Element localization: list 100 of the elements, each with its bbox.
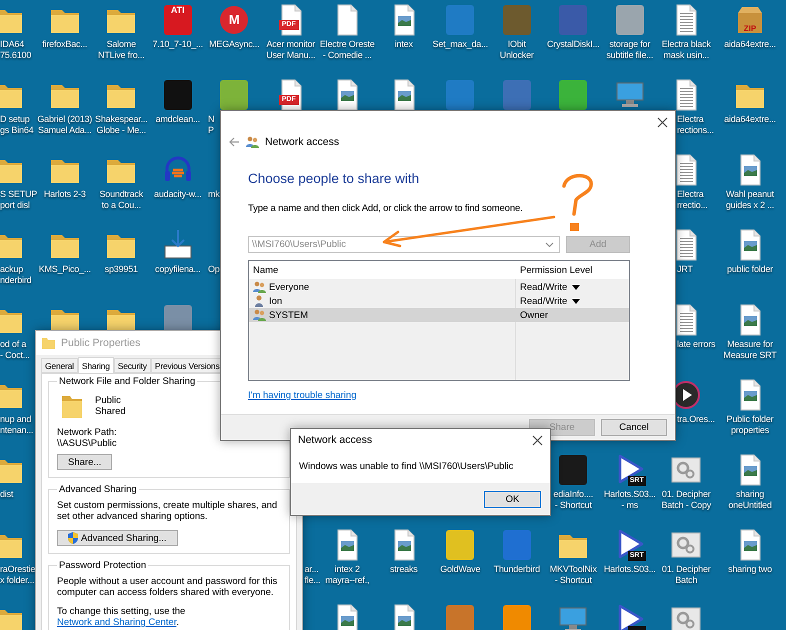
error-message: Windows was unable to find \\MSI760\Users\Public bbox=[299, 461, 514, 472]
desktop-icon-label: 01. Decipher Batch - Copy bbox=[661, 489, 712, 511]
desktop-icon-label: ediaInfo.... - Shortcut bbox=[553, 489, 594, 511]
desktop-icon-label: ackup nderbird bbox=[0, 264, 32, 286]
desktop-icon-label: raOrestie x folder... bbox=[0, 564, 36, 586]
desktop-icon-label: copyfilena... bbox=[155, 264, 200, 275]
desktop-icon-label: Shakespear... Globe - Me... bbox=[95, 114, 148, 136]
desktop-icon-label: Set_max_da... bbox=[432, 39, 488, 50]
desktop-icon-label: aida64extre... bbox=[724, 39, 776, 50]
desktop-icon-label: sharing oneUntitled bbox=[728, 489, 772, 511]
table-row[interactable]: Ion Read/Write bbox=[249, 294, 629, 308]
desktop-icon-label: audacity-w... bbox=[154, 189, 202, 200]
advanced-sharing-button[interactable]: Advanced Sharing... bbox=[57, 530, 178, 546]
app-icon[interactable] bbox=[500, 78, 533, 112]
tab[interactable]: Security bbox=[114, 358, 151, 373]
desktop-icon-label: KMS_Pico_... bbox=[38, 264, 91, 275]
app-icon[interactable] bbox=[162, 78, 194, 112]
desktop-icon-label: amdclean... bbox=[156, 114, 200, 125]
desktop-icon-label: IDA64 75.6100 bbox=[0, 39, 32, 61]
dialog-title: Network access bbox=[298, 434, 372, 446]
desktop-icon-label: JRT bbox=[677, 264, 693, 275]
desktop-icon-label: mk bbox=[208, 189, 220, 200]
close-button[interactable] bbox=[530, 433, 544, 447]
caret-icon[interactable] bbox=[572, 298, 580, 304]
desktop-icon-label: Harlots 2-3 bbox=[44, 189, 86, 200]
desktop-icon-label: Gabriel (2013) Samuel Ada... bbox=[37, 114, 92, 136]
people-icon bbox=[246, 136, 259, 148]
table-row[interactable]: SYSTEM Owner bbox=[249, 308, 629, 322]
close-button[interactable] bbox=[655, 115, 669, 129]
desktop-icon-label: Soundtrack to a Cou... bbox=[99, 189, 144, 211]
share-status: Shared bbox=[95, 406, 126, 417]
desktop-icon-label: nup and ntenan... bbox=[0, 414, 34, 436]
help-link[interactable]: I'm having trouble sharing bbox=[248, 390, 356, 401]
app-icon[interactable] bbox=[444, 528, 476, 562]
desktop-icon-label: aida64extre... bbox=[724, 114, 776, 125]
caret-icon[interactable] bbox=[572, 284, 580, 290]
share-button[interactable]: Share... bbox=[57, 454, 112, 470]
desktop-icon-label: Electre Oreste - Comedie ... bbox=[320, 39, 375, 61]
column-header[interactable]: Name bbox=[249, 264, 516, 276]
table-row[interactable]: Everyone Read/Write bbox=[249, 280, 629, 294]
desktop-icon-label: firefoxBac... bbox=[42, 39, 88, 50]
app-icon[interactable] bbox=[557, 78, 590, 112]
round-app-icon[interactable]: M bbox=[218, 3, 250, 37]
desktop-icon-label: storage for subtitle file... bbox=[606, 39, 654, 61]
ok-button[interactable]: OK bbox=[484, 490, 541, 508]
app-icon[interactable] bbox=[444, 78, 476, 112]
network-path: \\ASUS\Public bbox=[57, 438, 118, 449]
group-heading: Network File and Folder Sharing bbox=[58, 376, 196, 387]
group-heading: Password Protection bbox=[58, 560, 148, 571]
description-text: Set custom permissions, create multiple shares, and set other advanced sharing options. bbox=[57, 500, 278, 522]
people-icon bbox=[253, 309, 266, 321]
desktop-icon-label: Op bbox=[208, 264, 220, 275]
desktop-icon-label: Wahl peanut guides x 2 ... bbox=[726, 189, 774, 211]
people-icon bbox=[253, 281, 266, 293]
desktop-icon-label: od of a - Coct... bbox=[0, 339, 30, 361]
desktop-icon-label: MKVToolNix - Shortcut bbox=[550, 564, 597, 586]
table-cell: Ion bbox=[269, 296, 282, 306]
tab[interactable]: General bbox=[41, 358, 78, 373]
tab[interactable]: Sharing bbox=[78, 357, 114, 374]
desktop-icon-label: S SETUP port disl bbox=[0, 189, 38, 211]
folder-icon bbox=[61, 393, 83, 419]
app-icon[interactable] bbox=[557, 453, 590, 487]
shield-icon bbox=[68, 532, 78, 544]
app-icon[interactable] bbox=[218, 78, 250, 112]
desktop-icon-label: Thunderbird bbox=[494, 564, 540, 575]
desktop-icon-label: Electra rrectio... bbox=[677, 189, 708, 211]
table-cell: Owner bbox=[520, 310, 548, 320]
back-arrow-icon[interactable] bbox=[229, 137, 240, 147]
desktop-icon-label: dist bbox=[0, 489, 14, 500]
desktop-icon-label: ar... fle... bbox=[304, 564, 320, 586]
page-heading: Choose people to share with bbox=[248, 171, 420, 186]
desktop-icon-label: intex bbox=[394, 39, 413, 50]
desktop-icon-label: sharing two bbox=[728, 564, 772, 575]
desktop-icon-label: N P bbox=[208, 114, 214, 136]
desktop-icon-label: Acer monitor User Manu... bbox=[266, 39, 316, 61]
desktop-icon-label: Harlots.S03... bbox=[604, 564, 656, 575]
desktop-icon-label: sp39951 bbox=[104, 264, 138, 275]
network-path-label: Network Path: bbox=[57, 427, 118, 438]
person-icon bbox=[253, 295, 266, 307]
desktop-icon-label: Electra rections... bbox=[677, 114, 714, 136]
desktop-icon-label: Measure for Measure SRT bbox=[723, 339, 777, 361]
window-title: Public Properties bbox=[61, 337, 140, 349]
dialog-button[interactable]: Cancel bbox=[601, 419, 667, 436]
desktop-icon-label: late errors bbox=[677, 339, 716, 350]
desktop-icon-label: tra.Ores... bbox=[677, 414, 715, 425]
network-center-link[interactable]: Network and Sharing Center bbox=[57, 617, 176, 628]
desktop-icon-label: public folder bbox=[727, 264, 773, 275]
desktop-icon-label: intex 2 mayra--ref., bbox=[325, 564, 370, 586]
desktop-icon-label: D setup gs Bin64 bbox=[0, 114, 34, 136]
desktop-icon-label: streaks bbox=[390, 564, 418, 575]
settings-note: To change this setting, use the Network and Sharing Center. bbox=[57, 606, 186, 628]
table-cell: Everyone bbox=[269, 282, 310, 292]
column-header[interactable]: Permission Level bbox=[516, 264, 626, 276]
folder-name: Public bbox=[95, 395, 122, 406]
table-cell: Read/Write bbox=[520, 296, 568, 306]
window-title: Network access bbox=[265, 136, 340, 148]
desktop-icon-label: IObit Unlocker bbox=[500, 39, 534, 61]
desktop-icon-label: GoldWave bbox=[440, 564, 480, 575]
desktop-icon-label: Electra black mask usin... bbox=[662, 39, 711, 61]
app-icon[interactable]: ATI bbox=[162, 3, 194, 37]
